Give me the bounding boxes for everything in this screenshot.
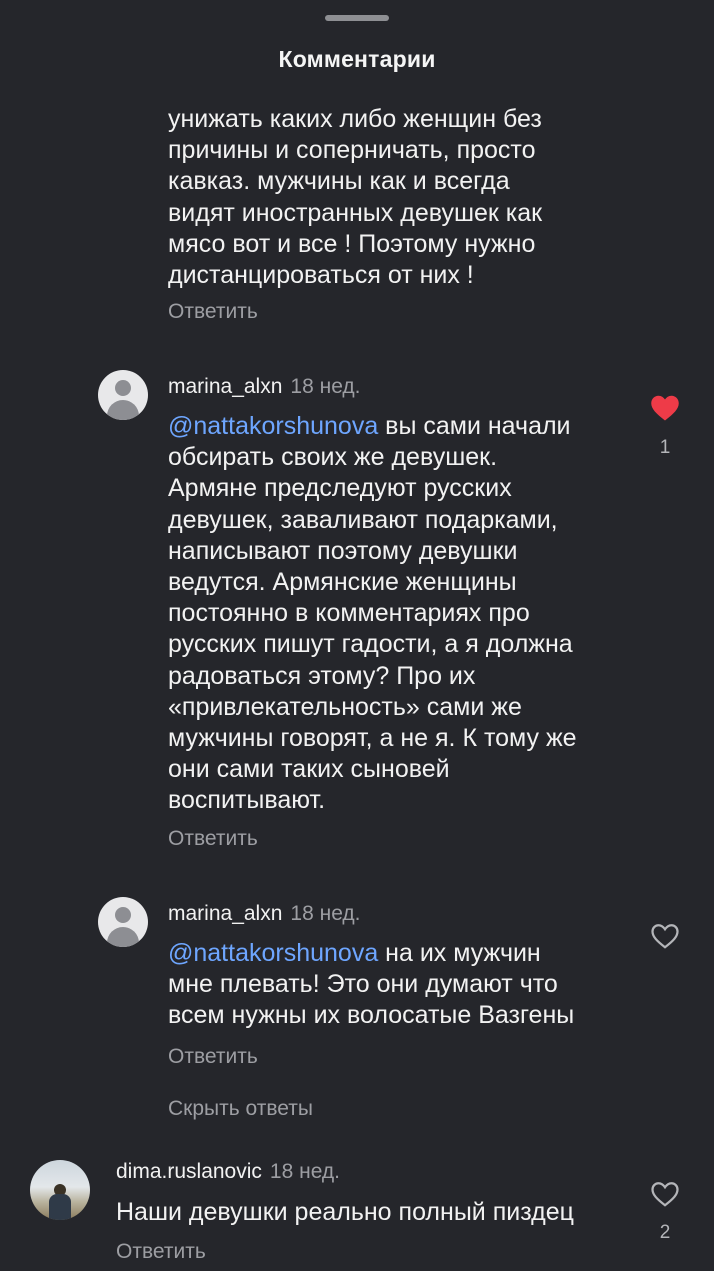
comment-meta: dima.ruslanovic 18 нед.	[116, 1160, 340, 1184]
comment-text: @nattakorshunova на их мужчин мне плеват…	[168, 938, 638, 1032]
comment-text: @nattakorshunova вы сами начали обсирать…	[168, 411, 638, 817]
timestamp: 18 нед.	[290, 375, 361, 398]
username[interactable]: marina_alxn	[168, 375, 282, 398]
timestamp: 18 нед.	[269, 1160, 341, 1183]
mention-link[interactable]: @nattakorshunova	[168, 939, 378, 967]
heart-icon[interactable]	[650, 394, 680, 422]
avatar[interactable]	[30, 1160, 90, 1220]
like-count: 2	[659, 1222, 671, 1243]
timestamp: 18 нед.	[290, 902, 361, 925]
comment-body: вы сами начали обсирать своих же девушек…	[168, 412, 577, 815]
reply-button[interactable]: Ответить	[168, 300, 258, 324]
hide-replies-button[interactable]: Скрыть ответы	[168, 1097, 313, 1121]
default-avatar-icon[interactable]	[98, 897, 148, 947]
username[interactable]: marina_alxn	[168, 902, 282, 925]
heart-icon[interactable]	[650, 1180, 680, 1208]
reply-button[interactable]: Ответить	[168, 1045, 258, 1069]
comment-text: унижать каких либо женщин без причины и …	[168, 105, 543, 290]
comment-meta: marina_alxn 18 нед.	[168, 902, 361, 926]
comment-meta: marina_alxn 18 нед.	[168, 375, 361, 399]
reply-button[interactable]: Ответить	[168, 827, 258, 851]
default-avatar-icon[interactable]	[98, 370, 148, 420]
username[interactable]: dima.ruslanovic	[116, 1160, 262, 1183]
reply-button[interactable]: Ответить	[116, 1240, 206, 1264]
comments-sheet: Комментарии унижать каких либо женщин бе…	[0, 0, 714, 1271]
like-count: 1	[659, 437, 671, 458]
comment-text: Наши девушки реально полный пиздец	[116, 1198, 574, 1226]
heart-icon[interactable]	[650, 922, 680, 950]
page-title: Комментарии	[278, 46, 436, 72]
mention-link[interactable]: @nattakorshunova	[168, 412, 378, 440]
drag-handle-icon[interactable]	[325, 15, 389, 21]
